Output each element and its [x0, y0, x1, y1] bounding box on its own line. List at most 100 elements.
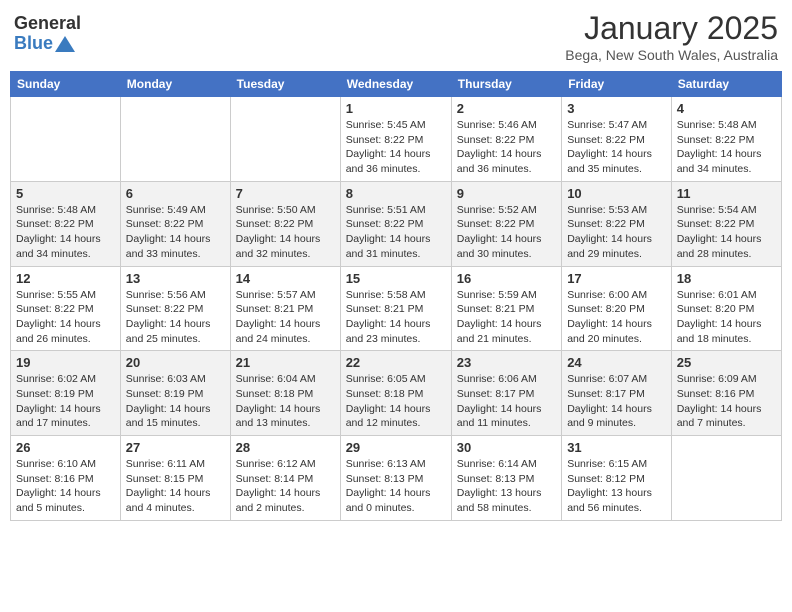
calendar-cell: 23 Sunrise: 6:06 AM Sunset: 8:17 PM Dayli… [451, 351, 561, 436]
day-info: Sunrise: 6:10 AM Sunset: 8:16 PM Dayligh… [16, 457, 115, 516]
day-number: 20 [126, 355, 225, 370]
week-row-2: 5Sunrise: 5:48 AM Sunset: 8:22 PM Daylig… [11, 181, 782, 266]
day-info: Sunrise: 6:13 AM Sunset: 8:13 PM Dayligh… [346, 457, 446, 516]
day-info: Sunrise: 6:14 AM Sunset: 8:13 PM Dayligh… [457, 457, 556, 516]
day-info: Sunrise: 6:00 AM Sunset: 8:20 PM Dayligh… [567, 288, 666, 347]
day-number: 16 [457, 271, 556, 286]
day-number: 26 [16, 440, 115, 455]
weekday-header-friday: Friday [562, 72, 672, 97]
day-number: 29 [346, 440, 446, 455]
calendar-cell: 13Sunrise: 5:56 AM Sunset: 8:22 PM Dayli… [120, 266, 230, 351]
calendar-cell [120, 97, 230, 182]
calendar-cell: 31 Sunrise: 6:15 AM Sunset: 8:12 PM Dayli… [562, 436, 672, 521]
day-info: Sunrise: 5:45 AM Sunset: 8:22 PM Dayligh… [346, 118, 446, 177]
calendar-table: SundayMondayTuesdayWednesdayThursdayFrid… [10, 71, 782, 521]
calendar-cell: 25 Sunrise: 6:09 AM Sunset: 8:16 PM Dayli… [671, 351, 781, 436]
location-title: Bega, New South Wales, Australia [565, 47, 778, 63]
calendar-cell: 9Sunrise: 5:52 AM Sunset: 8:22 PM Daylig… [451, 181, 561, 266]
week-row-4: 19 Sunrise: 6:02 AM Sunset: 8:19 PM Dayli… [11, 351, 782, 436]
calendar-cell: 14Sunrise: 5:57 AM Sunset: 8:21 PM Dayli… [230, 266, 340, 351]
calendar-cell: 16 Sunrise: 5:59 AM Sunset: 8:21 PM Dayli… [451, 266, 561, 351]
day-info: Sunrise: 5:47 AM Sunset: 8:22 PM Dayligh… [567, 118, 666, 177]
day-info: Sunrise: 5:53 AM Sunset: 8:22 PM Dayligh… [567, 203, 666, 262]
day-number: 22 [346, 355, 446, 370]
calendar-cell: 29 Sunrise: 6:13 AM Sunset: 8:13 PM Dayli… [340, 436, 451, 521]
day-number: 7 [236, 186, 335, 201]
calendar-cell: 20Sunrise: 6:03 AM Sunset: 8:19 PM Dayli… [120, 351, 230, 436]
day-number: 12 [16, 271, 115, 286]
calendar-cell: 8 Sunrise: 5:51 AM Sunset: 8:22 PM Daylig… [340, 181, 451, 266]
calendar-cell: 18Sunrise: 6:01 AM Sunset: 8:20 PM Dayli… [671, 266, 781, 351]
day-number: 21 [236, 355, 335, 370]
calendar-cell: 7 Sunrise: 5:50 AM Sunset: 8:22 PM Daylig… [230, 181, 340, 266]
day-info: Sunrise: 5:50 AM Sunset: 8:22 PM Dayligh… [236, 203, 335, 262]
day-info: Sunrise: 5:48 AM Sunset: 8:22 PM Dayligh… [16, 203, 115, 262]
weekday-header-row: SundayMondayTuesdayWednesdayThursdayFrid… [11, 72, 782, 97]
page-header: General Blue January 2025 Bega, New Sout… [10, 10, 782, 63]
day-number: 28 [236, 440, 335, 455]
day-number: 25 [677, 355, 776, 370]
calendar-cell: 10 Sunrise: 5:53 AM Sunset: 8:22 PM Dayli… [562, 181, 672, 266]
logo-general: General [14, 14, 81, 34]
day-info: Sunrise: 5:59 AM Sunset: 8:21 PM Dayligh… [457, 288, 556, 347]
day-number: 8 [346, 186, 446, 201]
day-number: 10 [567, 186, 666, 201]
day-info: Sunrise: 6:12 AM Sunset: 8:14 PM Dayligh… [236, 457, 335, 516]
weekday-header-tuesday: Tuesday [230, 72, 340, 97]
day-info: Sunrise: 6:01 AM Sunset: 8:20 PM Dayligh… [677, 288, 776, 347]
week-row-3: 12 Sunrise: 5:55 AM Sunset: 8:22 PM Dayli… [11, 266, 782, 351]
day-info: Sunrise: 6:09 AM Sunset: 8:16 PM Dayligh… [677, 372, 776, 431]
calendar-cell: 21 Sunrise: 6:04 AM Sunset: 8:18 PM Dayli… [230, 351, 340, 436]
day-info: Sunrise: 6:04 AM Sunset: 8:18 PM Dayligh… [236, 372, 335, 431]
day-info: Sunrise: 5:48 AM Sunset: 8:22 PM Dayligh… [677, 118, 776, 177]
day-info: Sunrise: 6:06 AM Sunset: 8:17 PM Dayligh… [457, 372, 556, 431]
calendar-cell: 30 Sunrise: 6:14 AM Sunset: 8:13 PM Dayli… [451, 436, 561, 521]
calendar-cell: 2Sunrise: 5:46 AM Sunset: 8:22 PM Daylig… [451, 97, 561, 182]
day-info: Sunrise: 5:55 AM Sunset: 8:22 PM Dayligh… [16, 288, 115, 347]
logo-blue: Blue [14, 34, 53, 54]
day-number: 27 [126, 440, 225, 455]
day-number: 31 [567, 440, 666, 455]
title-area: January 2025 Bega, New South Wales, Aust… [565, 10, 778, 63]
calendar-cell: 3 Sunrise: 5:47 AM Sunset: 8:22 PM Daylig… [562, 97, 672, 182]
calendar-cell: 1 Sunrise: 5:45 AM Sunset: 8:22 PM Daylig… [340, 97, 451, 182]
day-info: Sunrise: 6:15 AM Sunset: 8:12 PM Dayligh… [567, 457, 666, 516]
day-number: 6 [126, 186, 225, 201]
calendar-cell: 6Sunrise: 5:49 AM Sunset: 8:22 PM Daylig… [120, 181, 230, 266]
day-number: 11 [677, 186, 776, 201]
weekday-header-saturday: Saturday [671, 72, 781, 97]
day-info: Sunrise: 5:58 AM Sunset: 8:21 PM Dayligh… [346, 288, 446, 347]
day-info: Sunrise: 6:05 AM Sunset: 8:18 PM Dayligh… [346, 372, 446, 431]
day-number: 19 [16, 355, 115, 370]
calendar-cell [11, 97, 121, 182]
day-info: Sunrise: 6:07 AM Sunset: 8:17 PM Dayligh… [567, 372, 666, 431]
day-info: Sunrise: 6:02 AM Sunset: 8:19 PM Dayligh… [16, 372, 115, 431]
day-number: 13 [126, 271, 225, 286]
day-number: 2 [457, 101, 556, 116]
calendar-cell: 27 Sunrise: 6:11 AM Sunset: 8:15 PM Dayli… [120, 436, 230, 521]
day-number: 14 [236, 271, 335, 286]
calendar-cell: 12 Sunrise: 5:55 AM Sunset: 8:22 PM Dayli… [11, 266, 121, 351]
calendar-cell: 26 Sunrise: 6:10 AM Sunset: 8:16 PM Dayli… [11, 436, 121, 521]
day-number: 3 [567, 101, 666, 116]
day-info: Sunrise: 6:11 AM Sunset: 8:15 PM Dayligh… [126, 457, 225, 516]
day-info: Sunrise: 5:52 AM Sunset: 8:22 PM Dayligh… [457, 203, 556, 262]
calendar-cell: 15 Sunrise: 5:58 AM Sunset: 8:21 PM Dayli… [340, 266, 451, 351]
week-row-1: 1 Sunrise: 5:45 AM Sunset: 8:22 PM Daylig… [11, 97, 782, 182]
calendar-cell: 4Sunrise: 5:48 AM Sunset: 8:22 PM Daylig… [671, 97, 781, 182]
day-info: Sunrise: 5:51 AM Sunset: 8:22 PM Dayligh… [346, 203, 446, 262]
day-number: 15 [346, 271, 446, 286]
day-number: 24 [567, 355, 666, 370]
day-number: 1 [346, 101, 446, 116]
calendar-cell: 17 Sunrise: 6:00 AM Sunset: 8:20 PM Dayli… [562, 266, 672, 351]
calendar-cell: 28 Sunrise: 6:12 AM Sunset: 8:14 PM Dayli… [230, 436, 340, 521]
logo-triangle-icon [55, 34, 75, 54]
day-number: 30 [457, 440, 556, 455]
day-number: 17 [567, 271, 666, 286]
day-number: 23 [457, 355, 556, 370]
calendar-cell: 22 Sunrise: 6:05 AM Sunset: 8:18 PM Dayli… [340, 351, 451, 436]
calendar-cell [671, 436, 781, 521]
weekday-header-monday: Monday [120, 72, 230, 97]
week-row-5: 26 Sunrise: 6:10 AM Sunset: 8:16 PM Dayli… [11, 436, 782, 521]
calendar-cell: 24 Sunrise: 6:07 AM Sunset: 8:17 PM Dayli… [562, 351, 672, 436]
